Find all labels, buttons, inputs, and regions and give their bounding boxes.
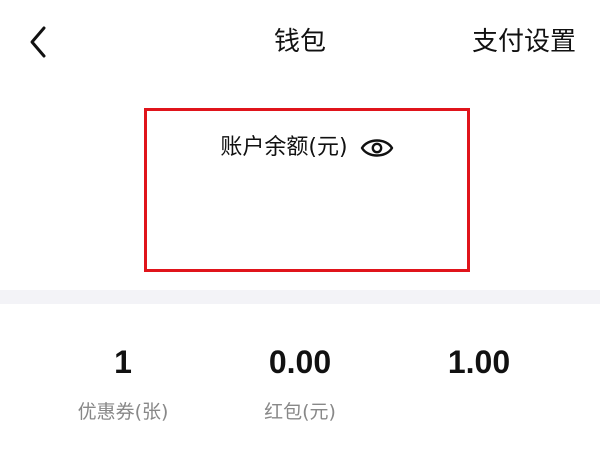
third-stat[interactable]: 1.00	[389, 330, 569, 398]
section-divider	[0, 290, 600, 304]
pay-settings-link[interactable]: 支付设置	[472, 24, 576, 60]
balance-header: 账户余额(元)	[147, 133, 467, 163]
toggle-balance-visibility-button[interactable]	[360, 135, 394, 161]
red-packet-amount: 0.00	[268, 344, 332, 380]
balance-card: 账户余额(元)	[144, 108, 470, 272]
wallet-stats: 1 优惠券(张) 0.00 红包(元) 1.00	[0, 330, 600, 440]
red-packet-label: 红包(元)	[264, 401, 336, 423]
balance-label: 账户余额(元)	[220, 135, 348, 160]
red-packet-stat[interactable]: 0.00 红包(元)	[210, 330, 390, 426]
eye-icon	[360, 139, 393, 157]
coupon-label: 优惠券(张)	[77, 401, 169, 423]
top-bar: 钱包 支付设置	[0, 0, 600, 84]
coupon-count: 1	[114, 344, 132, 380]
third-stat-value: 1.00	[447, 344, 511, 380]
coupon-stat[interactable]: 1 优惠券(张)	[33, 330, 213, 426]
